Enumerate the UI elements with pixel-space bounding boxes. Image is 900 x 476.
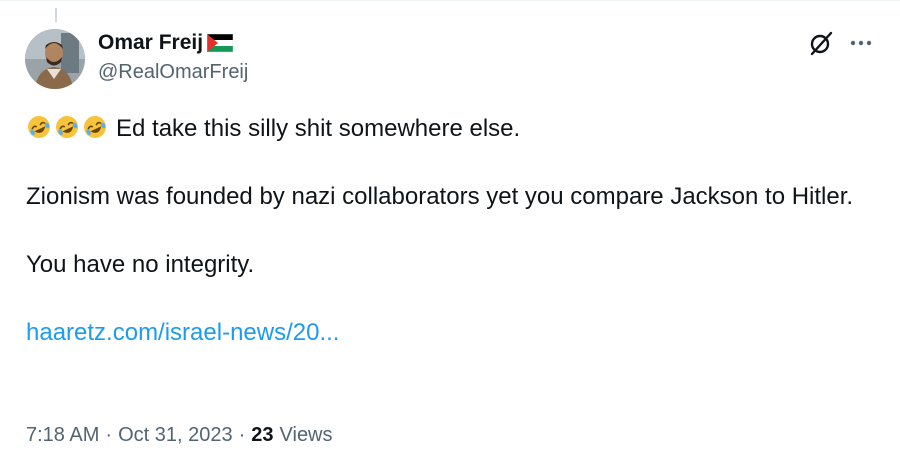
tweet-link[interactable]: haaretz.com/israel-news/20... [26, 319, 339, 346]
tweet-header: Omar Freij @RealOmarFreij [98, 30, 248, 84]
divider [0, 0, 900, 1]
tweet-meta: 7:18 AM · Oct 31, 2023 · 23 Views [26, 424, 333, 447]
tweet-time[interactable]: 7:18 AM [26, 424, 99, 447]
user-handle[interactable]: @RealOmarFreij [98, 61, 248, 84]
header-actions [808, 30, 872, 56]
tweet-date[interactable]: Oct 31, 2023 [118, 424, 233, 447]
views-label: Views [279, 424, 333, 446]
more-options-icon[interactable] [850, 39, 872, 47]
rofl-emoji-icon [84, 116, 106, 138]
tweet-text-line-1: Ed take this silly shit somewhere else. [116, 115, 521, 142]
thread-connector [55, 8, 57, 22]
avatar[interactable] [25, 29, 85, 89]
tweet-line-1: Ed take this silly shit somewhere else. [26, 112, 876, 146]
meta-separator: · [238, 424, 246, 446]
tweet-text-line-2: Zionism was founded by nazi collaborator… [26, 183, 854, 210]
display-name[interactable]: Omar Freij [98, 31, 203, 55]
laughing-emoji-group [26, 114, 108, 140]
rofl-emoji-icon [56, 116, 78, 138]
meta-separator: · [105, 424, 113, 446]
rofl-emoji-icon [28, 116, 50, 138]
tweet-card[interactable]: Omar Freij @RealOmarFreij Ed take this s… [0, 0, 900, 476]
views-count: 23 [251, 424, 274, 446]
grok-slash-icon[interactable] [808, 30, 834, 56]
tweet-body: Ed take this silly shit somewhere else. … [26, 112, 876, 350]
tweet-text-line-3: You have no integrity. [26, 251, 255, 278]
palestine-flag-icon [206, 33, 234, 53]
